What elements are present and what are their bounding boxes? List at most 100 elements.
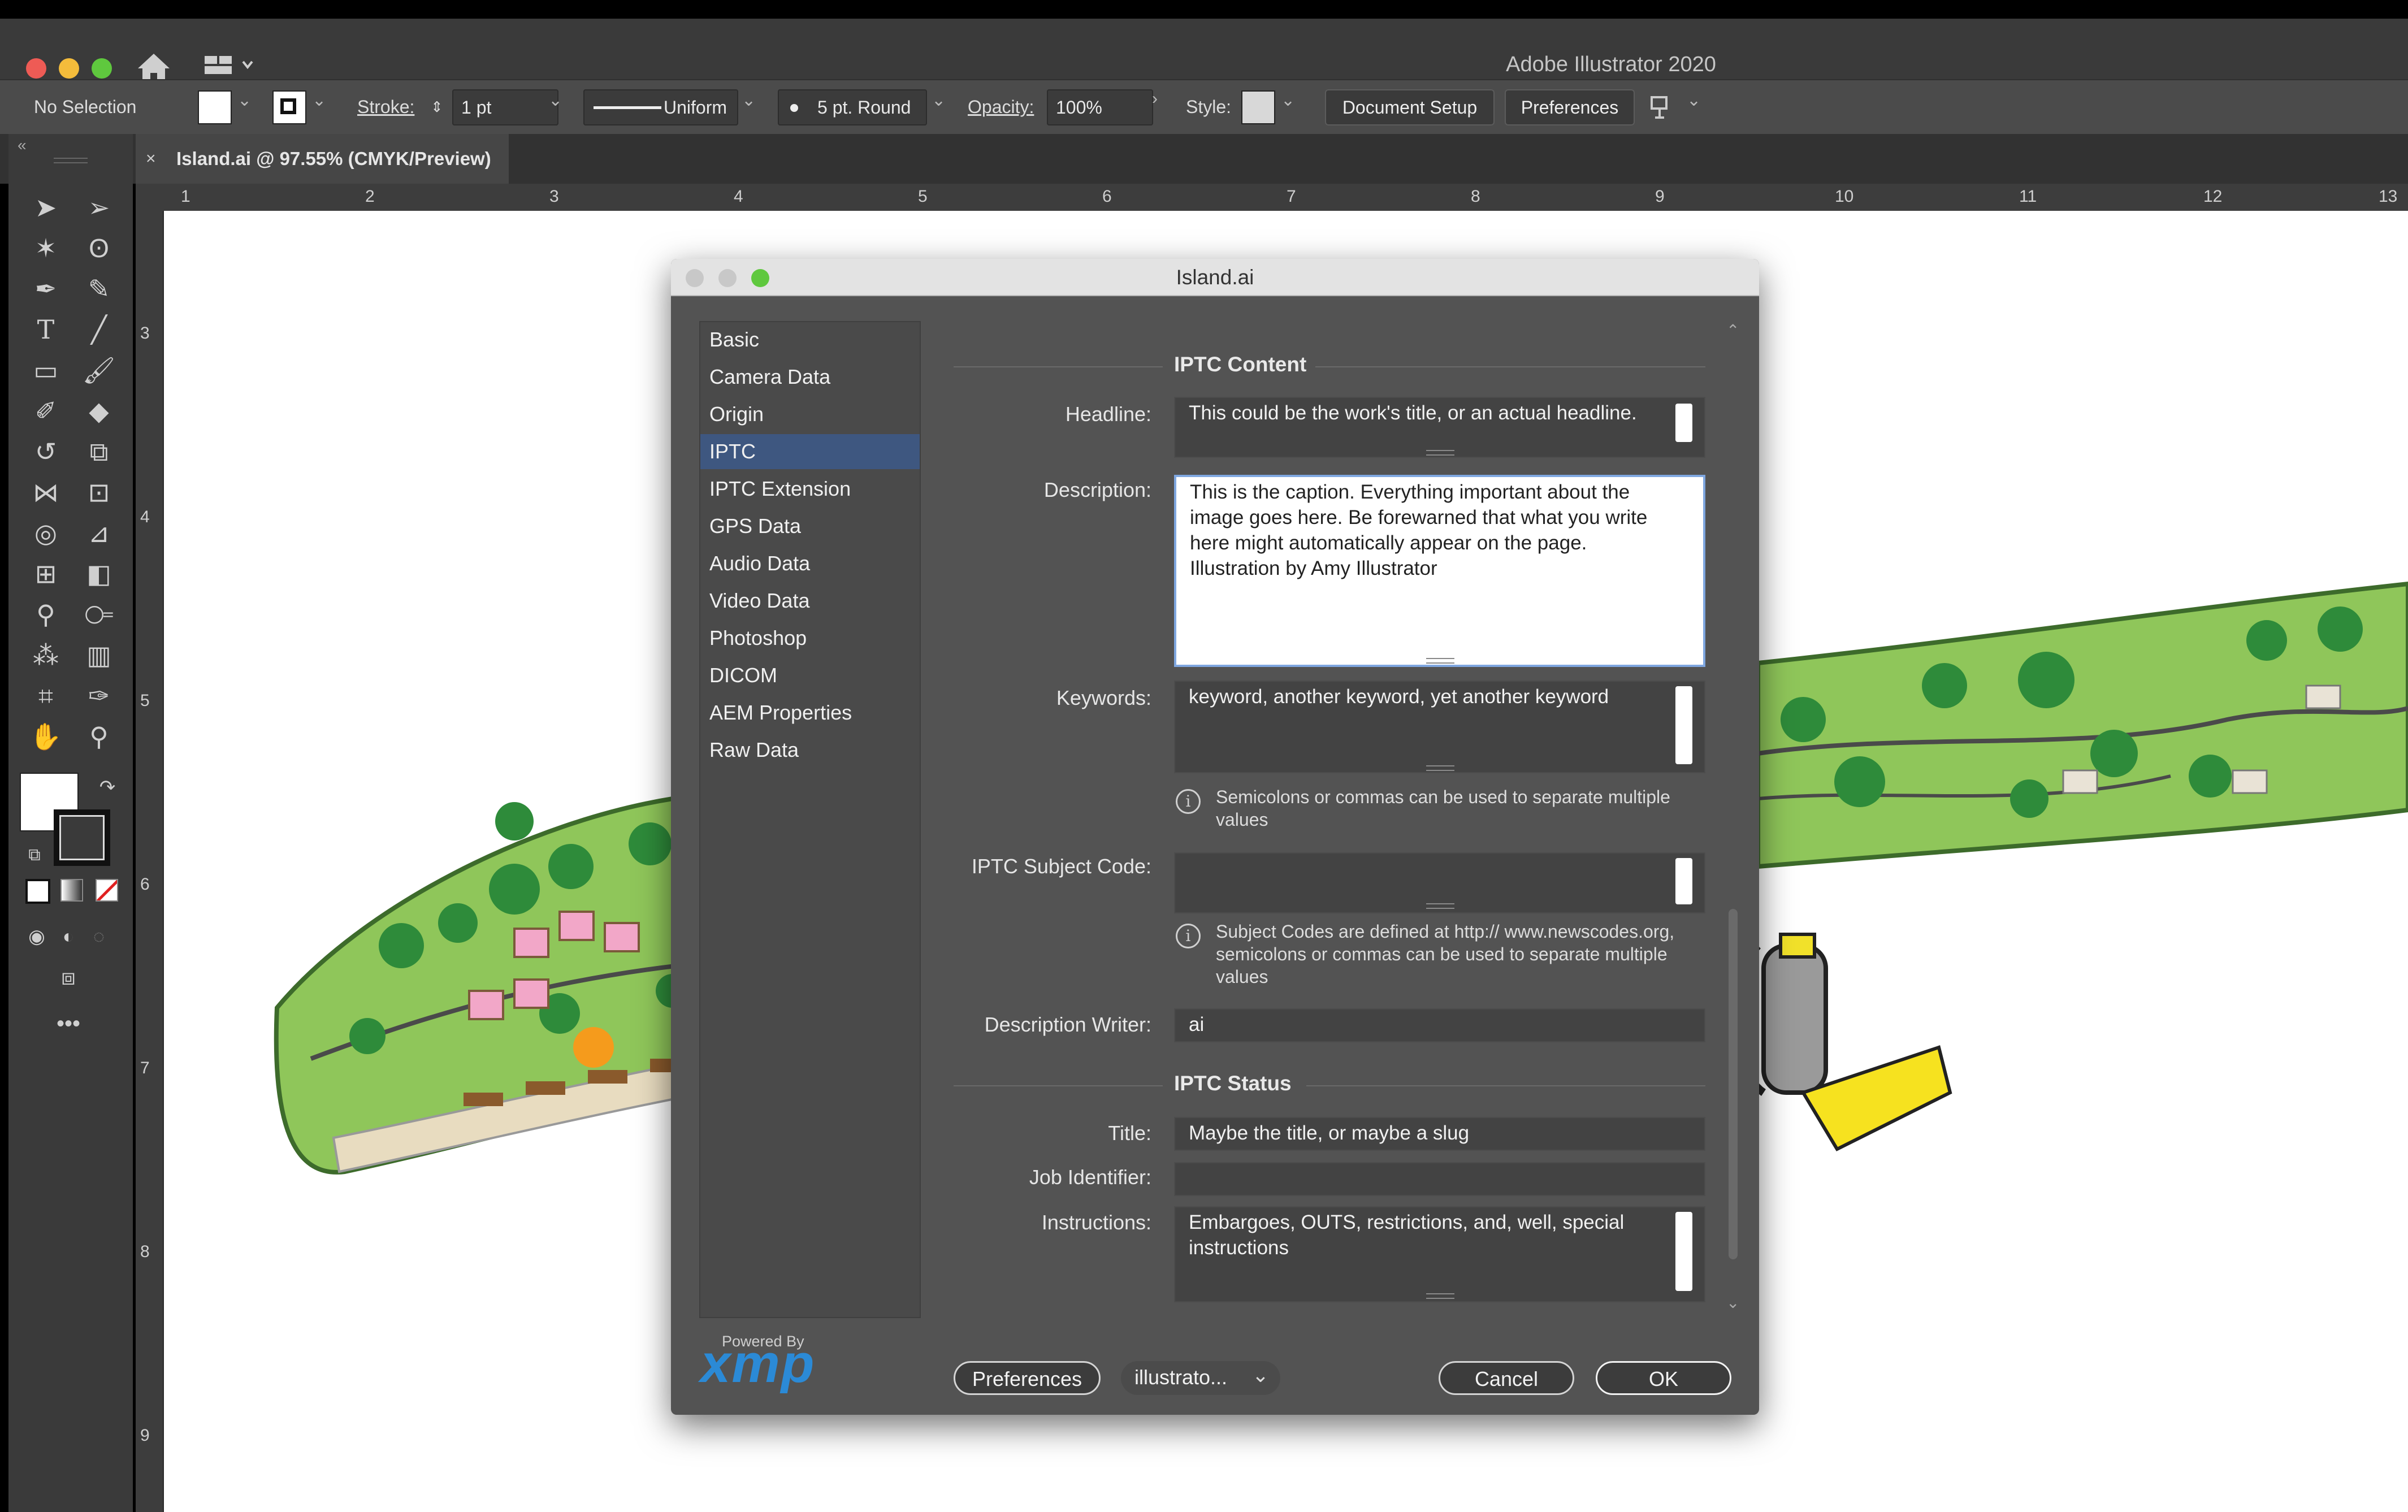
rectangle-tool-icon[interactable]: ▭ [29, 353, 63, 387]
scale-tool-icon[interactable]: ⧉ [82, 435, 116, 469]
chevron-down-icon[interactable]: ⌄ [237, 90, 252, 110]
collapse-panel-icon[interactable]: « [18, 136, 27, 154]
default-fill-stroke-icon[interactable]: ⧉ [18, 838, 51, 872]
resize-grip[interactable] [1426, 658, 1454, 664]
draw-behind-icon[interactable]: ◐ [51, 920, 85, 954]
job-identifier-field[interactable] [1174, 1162, 1705, 1196]
selection-tool-icon[interactable]: ➤ [29, 190, 63, 224]
resize-grip[interactable] [1426, 1293, 1454, 1299]
workspace-switcher-icon[interactable] [202, 53, 259, 81]
keywords-field[interactable]: keyword, another keyword, yet another ke… [1174, 681, 1705, 773]
screen-mode-icon[interactable]: ⧈ [51, 960, 85, 994]
title-field[interactable]: Maybe the title, or maybe a slug [1174, 1117, 1705, 1151]
nav-item-aem-properties[interactable]: AEM Properties [700, 695, 920, 730]
eraser-tool-icon[interactable]: ◆ [82, 394, 116, 428]
type-tool-icon[interactable]: T [29, 313, 63, 346]
chevron-down-icon[interactable]: ⌄ [932, 90, 946, 110]
resize-grip[interactable] [1426, 903, 1454, 909]
stroke-weight-input[interactable]: 1 pt [452, 89, 558, 125]
resize-grip[interactable] [1426, 450, 1454, 456]
none-mode-icon[interactable] [96, 879, 118, 902]
draw-inside-icon[interactable]: ◌ [82, 920, 116, 954]
brush-definition[interactable]: 5 pt. Round [778, 89, 927, 125]
preferences-button[interactable]: Preferences [1505, 89, 1635, 125]
chevron-down-icon[interactable]: ⌄ [548, 90, 562, 110]
slice-tool-icon[interactable]: ✑ [82, 679, 116, 713]
fill-swatch[interactable] [198, 90, 232, 124]
variable-width-profile[interactable]: Uniform [583, 89, 738, 125]
paintbrush-tool-icon[interactable]: 🖌 [82, 353, 116, 387]
stroke-stepper-icon[interactable]: ⇕ [431, 92, 443, 123]
scroll-down-icon[interactable]: ⌄ [1726, 1293, 1739, 1312]
hand-tool-icon[interactable]: ✋ [29, 720, 63, 753]
nav-item-photoshop[interactable]: Photoshop [700, 621, 920, 656]
subject-code-scrollbar[interactable] [1675, 858, 1692, 904]
artboard-tool-icon[interactable]: ⌗ [29, 679, 63, 713]
nav-item-gps-data[interactable]: GPS Data [700, 509, 920, 544]
resize-grip[interactable] [1426, 765, 1454, 771]
nav-item-dicom[interactable]: DICOM [700, 658, 920, 693]
shaper-tool-icon[interactable]: ✐ [29, 394, 63, 428]
arrange-documents-icon[interactable] [1649, 95, 1678, 120]
eyedropper-tool-icon[interactable]: ⚲ [29, 597, 63, 631]
document-setup-button[interactable]: Document Setup [1325, 89, 1495, 125]
close-tab-icon[interactable]: × [146, 134, 156, 184]
curvature-tool-icon[interactable]: ✎ [82, 272, 116, 306]
opacity-input[interactable]: 100% [1047, 89, 1153, 125]
line-tool-icon[interactable]: ╱ [82, 313, 116, 346]
ok-button[interactable]: OK [1596, 1361, 1731, 1395]
nav-item-raw-data[interactable]: Raw Data [700, 733, 920, 768]
magic-wand-tool-icon[interactable]: ✶ [29, 231, 63, 265]
nav-item-video-data[interactable]: Video Data [700, 583, 920, 618]
color-mode-icon[interactable] [25, 879, 50, 904]
zoom-window-button[interactable] [92, 58, 112, 79]
draw-normal-icon[interactable]: ◉ [20, 920, 54, 954]
panel-scroll-thumb[interactable] [1729, 909, 1738, 1259]
chevron-down-icon[interactable]: ⌄ [1281, 90, 1295, 110]
blend-tool-icon[interactable]: ⧃ [82, 597, 116, 631]
cancel-button[interactable]: Cancel [1439, 1361, 1574, 1395]
nav-item-audio-data[interactable]: Audio Data [700, 546, 920, 581]
rotate-tool-icon[interactable]: ↺ [29, 435, 63, 469]
instructions-scrollbar[interactable] [1675, 1212, 1692, 1291]
mesh-tool-icon[interactable]: ⊞ [29, 557, 63, 591]
nav-item-origin[interactable]: Origin [700, 397, 920, 432]
symbol-sprayer-tool-icon[interactable]: ⁂ [29, 638, 63, 672]
nav-item-basic[interactable]: Basic [700, 322, 920, 357]
opacity-label[interactable]: Opacity: [968, 92, 1034, 123]
graphic-style-swatch[interactable] [1241, 90, 1275, 124]
home-icon[interactable] [136, 51, 172, 83]
nav-item-camera-data[interactable]: Camera Data [700, 359, 920, 395]
minimize-window-button[interactable] [59, 58, 79, 79]
stroke-label[interactable]: Stroke: [357, 92, 414, 123]
direct-selection-tool-icon[interactable]: ➢ [82, 190, 116, 224]
gradient-tool-icon[interactable]: ◧ [82, 557, 116, 591]
chevron-down-icon[interactable]: ⌄ [1687, 90, 1701, 110]
stroke-color-box[interactable] [54, 809, 110, 866]
edit-toolbar-icon[interactable]: ••• [51, 1007, 85, 1041]
scroll-up-icon[interactable]: ⌃ [1726, 321, 1739, 340]
nav-item-iptc-extension[interactable]: IPTC Extension [700, 471, 920, 506]
description-textarea[interactable]: This is the caption. Everything importan… [1174, 475, 1705, 667]
instructions-field[interactable]: Embargoes, OUTS, restrictions, and, well… [1174, 1206, 1705, 1302]
template-select[interactable]: illustrato... ⌄ [1121, 1361, 1280, 1395]
document-tab[interactable]: × Island.ai @ 97.55% (CMYK/Preview) [136, 134, 509, 184]
perspective-grid-tool-icon[interactable]: ⊿ [82, 516, 116, 550]
panel-grip[interactable] [54, 158, 88, 163]
keywords-scrollbar[interactable] [1675, 686, 1692, 764]
preferences-dialog-button[interactable]: Preferences [954, 1361, 1101, 1395]
shape-builder-tool-icon[interactable]: ◎ [29, 516, 63, 550]
gradient-mode-icon[interactable] [60, 879, 83, 902]
panel-scrollbar[interactable]: ⌃ ⌄ [1724, 321, 1741, 1316]
chevron-down-icon[interactable]: ⌄ [742, 90, 756, 110]
chevron-down-icon[interactable]: ⌄ [312, 90, 326, 110]
description-writer-field[interactable]: ai [1174, 1008, 1705, 1042]
headline-field[interactable]: This could be the work's title, or an ac… [1174, 397, 1705, 458]
zoom-tool-icon[interactable]: ⚲ [82, 720, 116, 753]
pen-tool-icon[interactable]: ✒ [29, 272, 63, 306]
close-window-button[interactable] [26, 58, 46, 79]
nav-item-iptc[interactable]: IPTC [700, 434, 920, 469]
lasso-tool-icon[interactable]: ʘ [82, 231, 116, 265]
free-transform-tool-icon[interactable]: ⊡ [82, 475, 116, 509]
chevron-right-icon[interactable]: › [1152, 89, 1158, 109]
